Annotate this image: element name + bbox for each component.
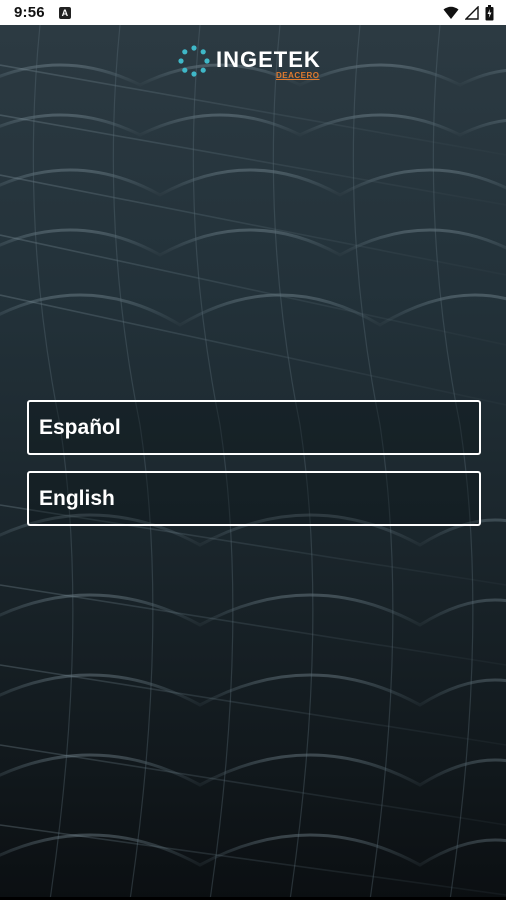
status-time: 9:56 (14, 4, 45, 21)
language-selection-screen: INGETEK DEACERO Español English (0, 25, 506, 900)
battery-icon (485, 4, 494, 20)
language-button-english[interactable]: English (27, 471, 481, 526)
notification-letter: A (61, 7, 69, 18)
status-bar: 9:56 A (0, 0, 506, 25)
wifi-icon (443, 6, 459, 19)
language-label: English (39, 486, 115, 510)
ingetek-logo: INGETEK DEACERO (178, 43, 338, 83)
rebar-mesh-background (0, 25, 506, 900)
language-label: Español (39, 415, 121, 439)
notification-icon: A (58, 6, 71, 19)
logo-subtext: DEACERO (276, 71, 320, 80)
signal-icon (465, 5, 479, 20)
logo-ring-icon (178, 45, 210, 77)
language-button-espanol[interactable]: Español (27, 400, 481, 455)
status-icons (443, 4, 494, 21)
logo-text: INGETEK (216, 47, 321, 72)
